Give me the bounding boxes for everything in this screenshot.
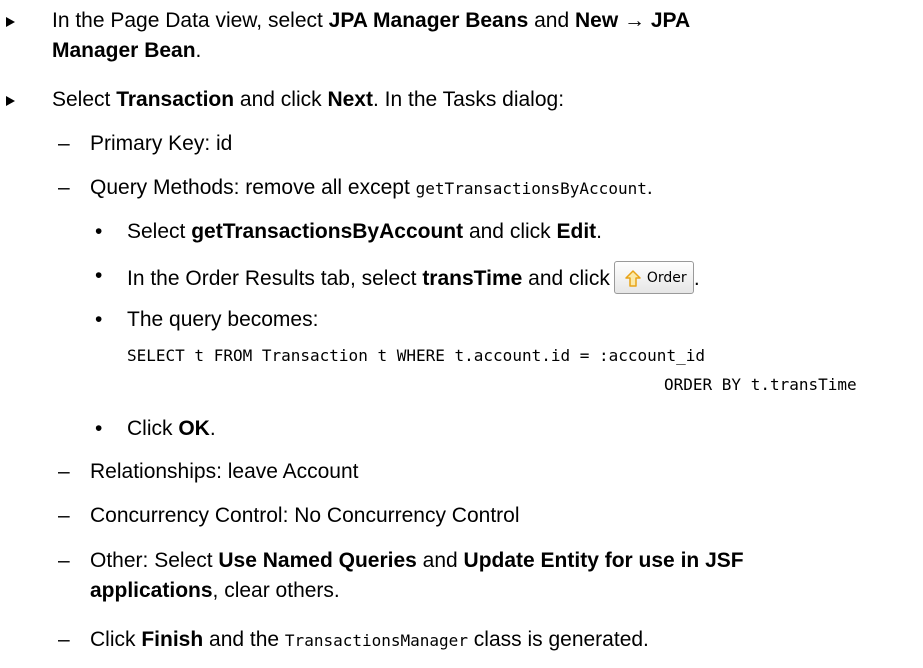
menu-arrow: → — [618, 9, 651, 32]
text-run: and click — [463, 220, 557, 243]
relationships-text: Relationships: leave Account — [90, 460, 359, 483]
text-run: . — [693, 267, 700, 291]
text-run: Click — [90, 628, 142, 651]
query-code-line-2: ORDER BY t.transTime — [664, 375, 857, 394]
step-1-text: In the Page Data view, select JPA Manage… — [52, 8, 690, 34]
dash-icon: – — [58, 549, 70, 572]
text-run: class is generated. — [467, 628, 649, 651]
order-button-label: Order — [646, 270, 687, 286]
bullet-icon: • — [95, 308, 103, 331]
select-edit-text: Select getTransactionsByAccount and clic… — [127, 219, 602, 245]
text-run: and — [416, 549, 464, 572]
bullet-icon: • — [95, 264, 103, 287]
ui-term-update-entity: Update Entity for use in JSF — [463, 549, 744, 572]
dash-icon: – — [58, 176, 70, 199]
ui-term-transaction: Transaction — [116, 88, 235, 111]
dash-icon: – — [58, 460, 70, 483]
up-arrow-icon — [625, 269, 641, 287]
other-text-cont: applications, clear others. — [90, 578, 340, 604]
text-run: and click — [522, 267, 610, 291]
dash-icon: – — [58, 628, 70, 651]
text-run: . In the Tasks dialog: — [372, 88, 565, 111]
text-run: and — [528, 9, 575, 32]
ui-term-next: Next — [327, 88, 373, 111]
text-run: In the Order Results tab, select — [127, 267, 423, 291]
step-2-text: Select Transaction and click Next. In th… — [52, 87, 564, 113]
other-text: Other: Select Use Named Queries and Upda… — [90, 548, 744, 574]
text-run: Select — [52, 88, 117, 111]
text-run: Click — [127, 417, 179, 440]
query-becomes-text: The query becomes: — [127, 308, 319, 331]
ui-term-new: New — [574, 9, 619, 32]
click-ok-text: Click OK. — [127, 416, 216, 442]
query-methods-text: Query Methods: remove all except getTran… — [90, 175, 653, 202]
ui-term-get-transactions-by-account: getTransactionsByAccount — [191, 220, 464, 243]
text-run: . — [195, 39, 202, 62]
text-run: . — [646, 176, 653, 199]
primary-key-text: Primary Key: id — [90, 132, 233, 155]
step-1-text-cont: Manager Bean. — [52, 38, 201, 64]
step-marker-icon — [6, 87, 15, 113]
text-run: and the — [203, 628, 285, 651]
ui-term-applications: applications — [90, 579, 213, 602]
text-run: Select — [127, 220, 192, 243]
code-get-transactions-by-account: getTransactionsByAccount — [415, 179, 647, 198]
dash-icon: – — [58, 132, 70, 155]
ui-term-edit: Edit — [556, 220, 597, 243]
ui-term-finish: Finish — [141, 628, 204, 651]
text-run: In the Page Data view, select — [52, 9, 329, 32]
query-code-line-1: SELECT t FROM Transaction t WHERE t.acco… — [127, 346, 705, 365]
ui-term-manager-bean: Manager Bean — [52, 39, 196, 62]
text-run: Query Methods: remove all except — [90, 176, 416, 199]
order-results-text: In the Order Results tab, select transTi… — [127, 261, 700, 296]
concurrency-text: Concurrency Control: No Concurrency Cont… — [90, 504, 520, 527]
ui-term-use-named-queries: Use Named Queries — [218, 549, 417, 572]
text-run: . — [596, 220, 602, 243]
step-marker-icon — [6, 8, 15, 34]
ui-term-trans-time: transTime — [422, 267, 523, 291]
code-transactions-manager: TransactionsManager — [284, 631, 468, 650]
dash-icon: – — [58, 504, 70, 527]
ui-term-jpa-manager-beans: JPA Manager Beans — [328, 9, 529, 32]
text-run: , clear others. — [212, 579, 340, 602]
text-run: and click — [234, 88, 328, 111]
ui-term-jpa: JPA — [650, 9, 691, 32]
text-run: . — [209, 417, 216, 440]
bullet-icon: • — [95, 220, 103, 243]
ui-term-ok: OK — [178, 417, 210, 440]
text-run: Other: Select — [90, 549, 219, 572]
finish-text: Click Finish and the TransactionsManager… — [90, 627, 649, 654]
bullet-icon: • — [95, 417, 103, 440]
order-button[interactable]: Order — [613, 261, 694, 294]
